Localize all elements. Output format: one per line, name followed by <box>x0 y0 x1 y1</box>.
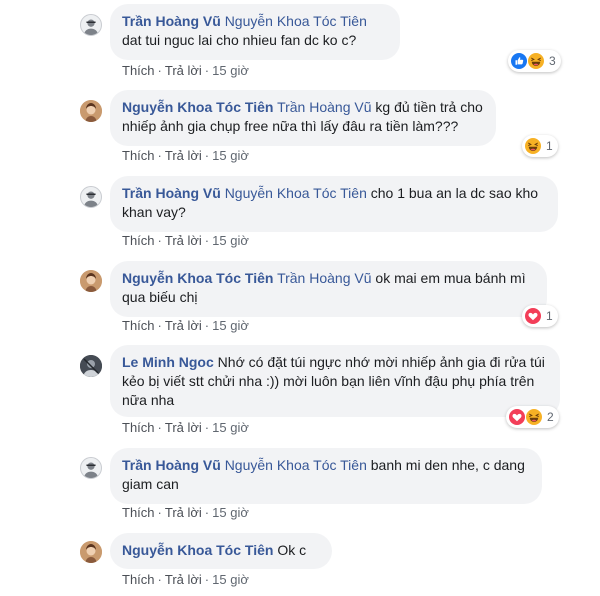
comment-actions: Thích · Trả lời · 15 giờ <box>122 505 249 520</box>
comment-timestamp[interactable]: 15 giờ <box>212 318 249 333</box>
comment-author[interactable]: Trần Hoàng Vũ <box>122 185 221 201</box>
reaction-count: 2 <box>547 410 554 424</box>
comment-actions: Thích · Trả lời · 15 giờ <box>122 233 249 248</box>
comment-timestamp[interactable]: 15 giờ <box>212 233 249 248</box>
comment-bubble: Nguyễn Khoa Tóc Tiên Trần Hoàng Vũ ok ma… <box>110 261 547 317</box>
reply-link[interactable]: Trả lời <box>165 233 202 248</box>
like-link[interactable]: Thích <box>122 318 155 333</box>
reaction-summary[interactable]: 2 <box>506 406 559 428</box>
comment-timestamp[interactable]: 15 giờ <box>212 505 249 520</box>
avatar[interactable] <box>80 541 102 563</box>
comment-author[interactable]: Le Minh Ngoc <box>122 354 214 370</box>
mentioned-user[interactable]: Trần Hoàng Vũ <box>277 99 371 115</box>
avatar[interactable] <box>80 355 102 377</box>
mentioned-user[interactable]: Trần Hoàng Vũ <box>277 270 371 286</box>
reply-link[interactable]: Trả lời <box>165 63 202 78</box>
comment-bubble: Trần Hoàng Vũ Nguyễn Khoa Tóc Tiên cho 1… <box>110 176 558 232</box>
comment-actions: Thích · Trả lời · 15 giờ <box>122 420 249 435</box>
comment-author[interactable]: Trần Hoàng Vũ <box>122 457 221 473</box>
reply-link[interactable]: Trả lời <box>165 420 202 435</box>
comment-actions: Thích · Trả lời · 15 giờ <box>122 318 249 333</box>
like-link[interactable]: Thích <box>122 148 155 163</box>
reaction-summary[interactable]: 1 <box>522 135 558 157</box>
like-link[interactable]: Thích <box>122 233 155 248</box>
reply-link[interactable]: Trả lời <box>165 148 202 163</box>
haha-icon <box>525 138 541 154</box>
avatar[interactable] <box>80 457 102 479</box>
mentioned-user[interactable]: Nguyễn Khoa Tóc Tiên <box>225 457 367 473</box>
comment-timestamp[interactable]: 15 giờ <box>212 420 249 435</box>
avatar[interactable] <box>80 270 102 292</box>
avatar[interactable] <box>80 14 102 36</box>
haha-icon <box>526 409 542 425</box>
comment-text: dat tui nguc lai cho nhieu fan dc ko c? <box>122 32 357 48</box>
comment-actions: Thích · Trả lời · 15 giờ <box>122 148 249 163</box>
comment-timestamp[interactable]: 15 giờ <box>212 572 249 587</box>
reaction-count: 1 <box>546 139 553 153</box>
avatar[interactable] <box>80 186 102 208</box>
comment-actions: Thích · Trả lời · 15 giờ <box>122 572 249 587</box>
comment-author[interactable]: Trần Hoàng Vũ <box>122 13 221 29</box>
comment-timestamp[interactable]: 15 giờ <box>212 148 249 163</box>
comment-bubble: Trần Hoàng Vũ Nguyễn Khoa Tóc Tiên dat t… <box>110 4 400 60</box>
comment-author[interactable]: Nguyễn Khoa Tóc Tiên <box>122 270 273 286</box>
comment-author[interactable]: Nguyễn Khoa Tóc Tiên <box>122 99 273 115</box>
comment-bubble: Nguyễn Khoa Tóc Tiên Trần Hoàng Vũ kg đủ… <box>110 90 496 146</box>
comment-bubble: Nguyễn Khoa Tóc Tiên Ok c <box>110 533 332 569</box>
love-icon <box>525 308 541 324</box>
reaction-summary[interactable]: 1 <box>522 305 558 327</box>
like-link[interactable]: Thích <box>122 420 155 435</box>
comment-bubble: Trần Hoàng Vũ Nguyễn Khoa Tóc Tiên banh … <box>110 448 542 504</box>
comment-bubble: Le Minh Ngoc Nhớ có đặt túi ngực nhớ mời… <box>110 345 560 417</box>
reaction-count: 1 <box>546 309 553 323</box>
haha-icon <box>528 53 544 69</box>
love-icon <box>509 409 525 425</box>
reply-link[interactable]: Trả lời <box>165 318 202 333</box>
like-link[interactable]: Thích <box>122 572 155 587</box>
like-icon <box>511 53 527 69</box>
mentioned-user[interactable]: Nguyễn Khoa Tóc Tiên <box>225 13 367 29</box>
reply-link[interactable]: Trả lời <box>165 572 202 587</box>
comment-author[interactable]: Nguyễn Khoa Tóc Tiên <box>122 542 273 558</box>
like-link[interactable]: Thích <box>122 63 155 78</box>
comment-timestamp[interactable]: 15 giờ <box>212 63 249 78</box>
comment-actions: Thích · Trả lời · 15 giờ <box>122 63 249 78</box>
mentioned-user[interactable]: Nguyễn Khoa Tóc Tiên <box>225 185 367 201</box>
reply-link[interactable]: Trả lời <box>165 505 202 520</box>
reaction-summary[interactable]: 3 <box>508 50 561 72</box>
like-link[interactable]: Thích <box>122 505 155 520</box>
comment-text: Ok c <box>273 542 307 558</box>
avatar[interactable] <box>80 100 102 122</box>
reaction-count: 3 <box>549 54 556 68</box>
